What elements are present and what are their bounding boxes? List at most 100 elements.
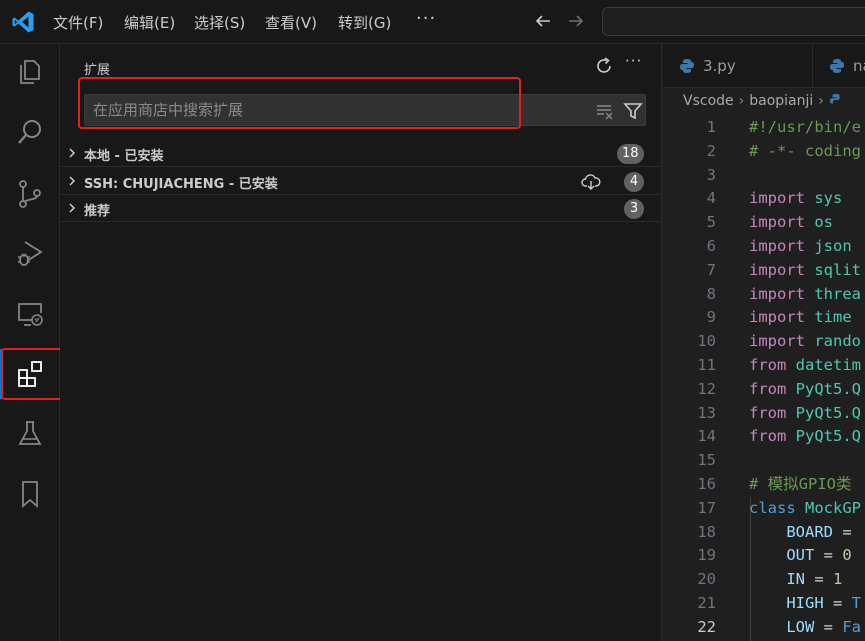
code-token: BOARD <box>749 522 833 541</box>
clear-filter-icon[interactable] <box>595 102 615 120</box>
search-button[interactable] <box>10 112 50 152</box>
line-source: #!/usr/bin/e <box>749 116 861 140</box>
code-line[interactable]: 9 import time <box>663 306 865 330</box>
refresh-icon[interactable] <box>594 56 614 76</box>
code-token: from <box>749 355 787 374</box>
run-debug-icon <box>18 241 43 266</box>
code-line[interactable]: 5 import os <box>663 211 865 235</box>
python-file-icon <box>830 59 844 73</box>
line-number: 4 <box>706 189 716 208</box>
code-token: PyQt5 <box>786 427 843 446</box>
code-token: import <box>749 332 805 351</box>
code-line[interactable]: 21 HIGH = T <box>663 592 865 616</box>
code-line[interactable]: 15 <box>663 449 865 473</box>
line-source: import sys <box>749 187 842 211</box>
line-number: 14 <box>697 427 716 446</box>
search-icon <box>18 120 41 144</box>
code-line[interactable]: 3 <box>663 164 865 188</box>
breadcrumb-item[interactable]: baopianji <box>749 93 813 109</box>
line-number: 20 <box>697 570 716 589</box>
code-line[interactable]: 14 from PyQt5.Q <box>663 425 865 449</box>
menu-edit[interactable]: 编辑(E) <box>124 12 175 33</box>
breadcrumb-item[interactable]: Vscode <box>683 93 734 109</box>
code-token: Fa <box>842 617 861 636</box>
code-token: .Q <box>842 427 861 446</box>
code-token: from <box>749 379 787 398</box>
editor-area: 3.py na Vscode›baopianji› 1 #!/usr/bin/e 2… <box>663 44 865 641</box>
menu-selection[interactable]: 选择(S) <box>194 12 245 33</box>
code-line[interactable]: 2 # -*- coding <box>663 140 865 164</box>
sidebar-more-button[interactable]: ··· <box>625 52 642 70</box>
menu-file[interactable]: 文件(F) <box>53 12 103 33</box>
arrow-right-icon[interactable] <box>567 12 585 30</box>
code-line[interactable]: 12 from PyQt5.Q <box>663 378 865 402</box>
title-bar: 文件(F) 编辑(E) 选择(S) 查看(V) 转到(G) ··· <box>0 0 865 44</box>
bookmarks-button[interactable] <box>10 474 50 514</box>
python-file-icon <box>680 59 694 73</box>
code-line[interactable]: 6 import json <box>663 235 865 259</box>
code-line[interactable]: 13 from PyQt5.Q <box>663 402 865 426</box>
code-token: class <box>749 498 796 517</box>
code-line[interactable]: 17 class MockGP <box>663 497 865 521</box>
line-number: 8 <box>706 284 716 303</box>
code-token: threa <box>805 284 861 303</box>
tab-na[interactable]: na <box>813 44 865 88</box>
run-debug-button[interactable] <box>10 234 50 274</box>
code-line[interactable]: 20 IN = 1 <box>663 568 865 592</box>
code-line[interactable]: 10 import rando <box>663 330 865 354</box>
line-number: 1 <box>706 118 716 136</box>
section-label: SSH: CHUJIACHENG - 已安装 <box>84 177 278 192</box>
command-center-search[interactable] <box>602 7 865 36</box>
code-line[interactable]: 18 BOARD = <box>663 521 865 545</box>
code-token: datetim <box>786 355 861 374</box>
explorer-button[interactable] <box>10 52 50 92</box>
arrow-left-icon[interactable] <box>534 12 552 30</box>
chevron-right-icon <box>69 148 76 158</box>
code-line[interactable]: 11 from datetim <box>663 354 865 378</box>
line-source: from datetim <box>749 354 861 378</box>
code-token: import <box>749 189 805 208</box>
section-ssh-installed[interactable]: SSH: CHUJIACHENG - 已安装 4 <box>60 168 661 195</box>
remote-explorer-icon <box>18 303 43 326</box>
section-local-installed[interactable]: 本地 - 已安装 18 <box>60 140 661 167</box>
remote-explorer-button[interactable] <box>10 294 50 334</box>
code-token: # 模拟GPIO类 <box>749 474 852 493</box>
files-icon <box>20 60 40 84</box>
filter-icon[interactable] <box>623 101 643 121</box>
code-token: json <box>805 236 852 255</box>
code-token: import <box>749 213 805 232</box>
code-token: rando <box>805 332 861 351</box>
code-line[interactable]: 19 OUT = 0 <box>663 544 865 568</box>
code-line[interactable]: 7 import sqlit <box>663 259 865 283</box>
count-badge: 4 <box>624 172 644 192</box>
breadcrumb: Vscode › baopianji › <box>683 93 843 109</box>
code-token: # -*- coding <box>749 141 861 160</box>
line-number: 3 <box>706 165 716 184</box>
code-line[interactable]: 4 import sys <box>663 187 865 211</box>
code-token: #!/usr/bin/e <box>749 118 861 136</box>
cloud-download-icon[interactable] <box>581 173 601 191</box>
code-view[interactable]: 1 #!/usr/bin/e 2 # -*- coding 3 4 import sys 5 i… <box>663 116 865 640</box>
menu-go[interactable]: 转到(G) <box>338 12 391 33</box>
testing-button[interactable] <box>10 414 50 454</box>
code-token: LOW <box>749 617 815 636</box>
menu-view[interactable]: 查看(V) <box>265 12 317 33</box>
source-control-button[interactable] <box>10 174 50 214</box>
line-source: from PyQt5.Q <box>749 402 861 426</box>
code-line[interactable]: 16 # 模拟GPIO类 <box>663 473 865 497</box>
code-token: os <box>805 213 833 232</box>
code-line[interactable]: 8 import threa <box>663 283 865 307</box>
line-source: import rando <box>749 330 861 354</box>
line-source: # -*- coding <box>749 140 861 164</box>
code-line[interactable]: 1 #!/usr/bin/e <box>663 116 865 140</box>
line-number: 13 <box>697 403 716 422</box>
line-source: import os <box>749 211 833 235</box>
section-recommended[interactable]: 推荐 3 <box>60 195 661 222</box>
line-number: 10 <box>697 332 716 351</box>
menu-more-button[interactable]: ··· <box>416 8 436 29</box>
chevron-right-icon <box>69 176 76 186</box>
line-source: import threa <box>749 283 861 307</box>
code-line[interactable]: 22 LOW = Fa <box>663 616 865 640</box>
line-number: 15 <box>697 451 716 470</box>
tab-3-py[interactable]: 3.py <box>663 44 813 88</box>
